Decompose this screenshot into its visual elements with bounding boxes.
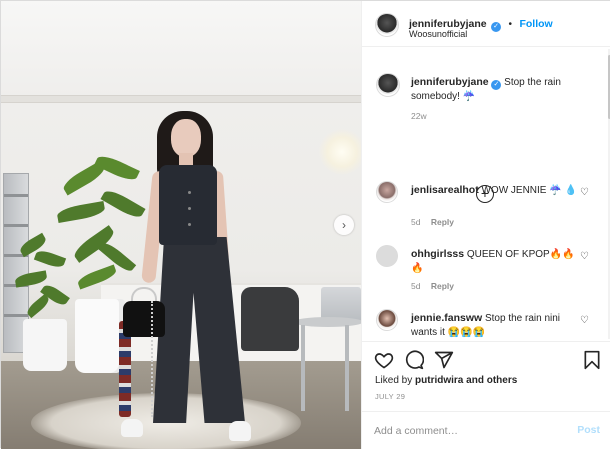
photo-ceiling [1,1,361,97]
save-icon[interactable] [582,350,602,370]
photo-vest-button [188,223,191,226]
photo-chain [151,301,155,417]
comment-age: 5d [411,217,421,227]
photo-table-leg [345,325,349,411]
comment-text: ohhgirlsss QUEEN OF KPOP🔥🔥🔥 [411,247,587,276]
comment-icon[interactable] [404,350,424,370]
post-date[interactable]: JULY 29 [375,392,405,401]
commenter-avatar[interactable] [376,245,398,267]
comment-meta: 5d Reply [411,217,454,227]
comment-age: 5d [411,281,421,291]
follow-button[interactable]: Follow [519,18,552,30]
add-comment-input[interactable] [374,422,564,440]
photo-table-leg [301,325,305,411]
comment-item: jenlisarealhot WOW JENNIE ☔ 💧 ♡ 5d Reply [376,181,602,231]
likes-line: Liked by putridwira and others [375,375,517,386]
post-side-panel: jenniferubyjane ✓ • Follow Woosunofficia… [361,1,610,449]
separator-dot: • [508,19,513,30]
comments-section[interactable]: jenniferubyjane ✓ Stop the rain somebody… [362,47,610,341]
heart-icon[interactable] [374,350,394,370]
photo-shoe-right [229,421,251,441]
post-comment-button[interactable]: Post [577,424,600,436]
photo-vest-button [188,207,191,210]
liked-by-user[interactable]: putridwira [415,375,463,386]
caption-age: 22w [411,111,427,121]
comment-username[interactable]: jennie.fansww [411,312,482,324]
reply-button[interactable]: Reply [431,217,454,227]
photo-vest-button [188,191,191,194]
post-location[interactable]: Woosunofficial [409,29,467,39]
comment-username[interactable]: jenlisarealhot [411,184,479,196]
photo-bag [123,301,165,337]
add-comment-bar: Post [362,411,610,449]
like-comment-heart-icon[interactable]: ♡ [580,251,590,262]
post-actions: Liked by putridwira and others JULY 29 [362,341,610,411]
comment-item: jennie.fansww Stop the rain nini wants i… [376,309,602,341]
post-header: jenniferubyjane ✓ • Follow Woosunofficia… [362,1,610,47]
photo-lamp [319,129,361,175]
verified-badge-icon: ✓ [491,80,502,90]
verified-badge-icon: ✓ [491,22,502,32]
comment-item: ohhgirlsss QUEEN OF KPOP🔥🔥🔥 ♡ 5d Reply [376,245,602,295]
post-photo[interactable]: › [1,1,361,449]
comment-text: jennie.fansww Stop the rain nini wants i… [411,311,587,340]
comment-username[interactable]: ohhgirlsss [411,248,464,260]
photo-coat [241,287,299,351]
reply-button[interactable]: Reply [431,281,454,291]
liked-by-prefix: Liked by [375,375,413,386]
liked-by-others[interactable]: and others [466,375,517,386]
like-comment-heart-icon[interactable]: ♡ [580,187,590,198]
photo-face [171,119,201,157]
commenter-avatar[interactable] [376,309,398,331]
author-avatar[interactable] [376,73,400,97]
photo-molding [1,95,361,103]
chevron-right-icon: › [342,218,346,232]
next-image-button[interactable]: › [334,215,354,235]
photo-shoe-left [121,419,143,437]
author-avatar[interactable] [375,13,399,37]
post-dialog: › jenniferubyjane ✓ • Follow Woosunoffic… [0,0,610,449]
photo-pot-left [23,319,67,371]
caption-username[interactable]: jenniferubyjane [411,76,489,88]
comment-body: WOW JENNIE ☔ 💧 [481,185,577,196]
commenter-avatar[interactable] [376,181,398,203]
comment-meta: 5d Reply [411,281,454,291]
share-icon[interactable] [434,350,454,370]
photo-vest [159,165,217,245]
photo-pot-right [75,299,125,373]
caption-item: jenniferubyjane ✓ Stop the rain somebody… [376,73,602,123]
caption-text: jenniferubyjane ✓ Stop the rain somebody… [411,75,587,104]
comment-text: jenlisarealhot WOW JENNIE ☔ 💧 [411,183,587,198]
like-comment-heart-icon[interactable]: ♡ [580,315,590,326]
